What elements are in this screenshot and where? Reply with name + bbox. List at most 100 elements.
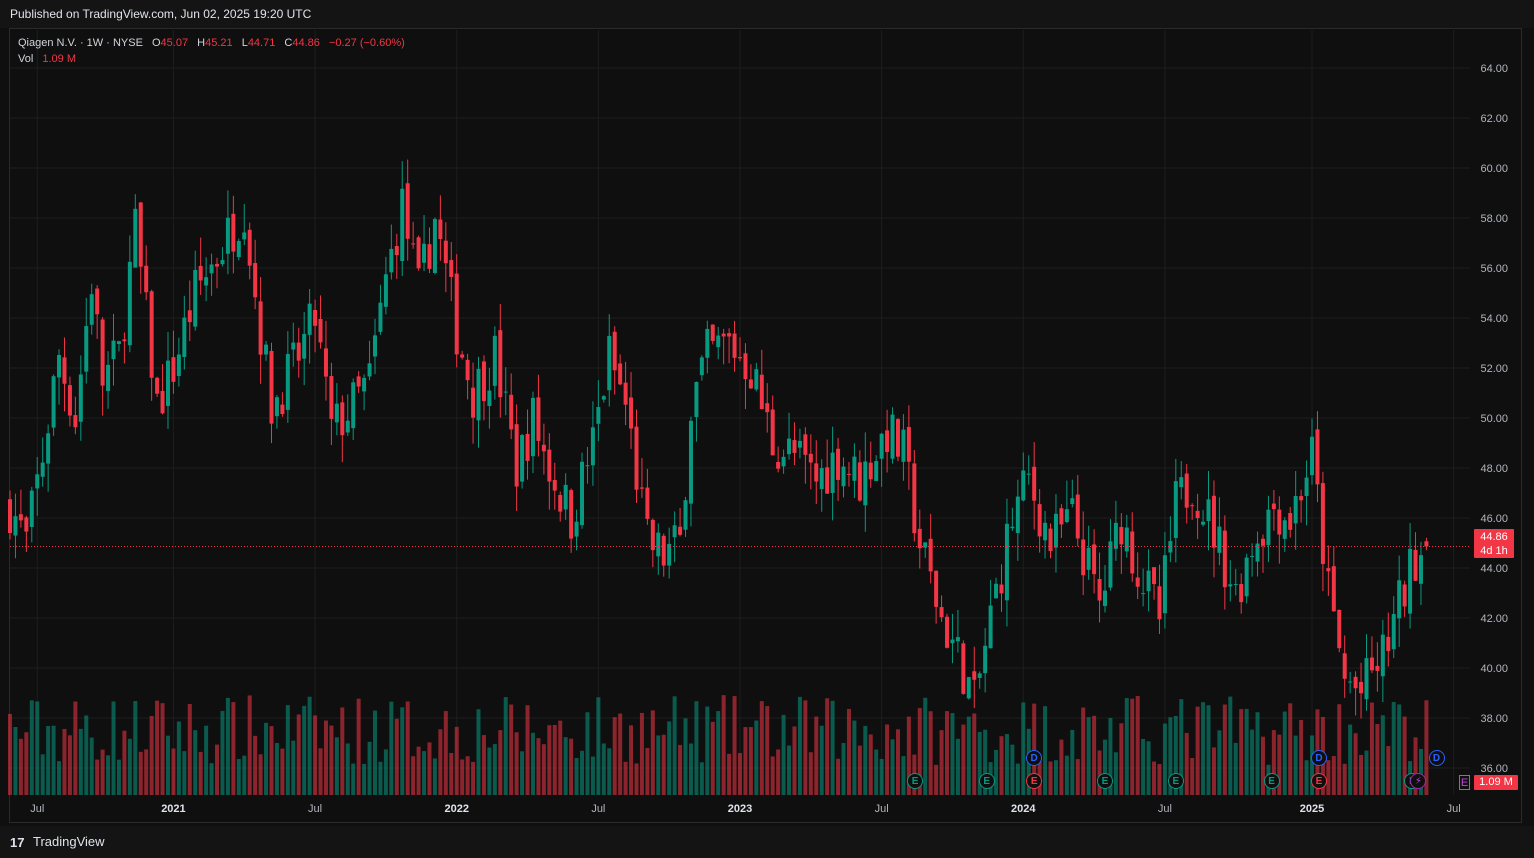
volume-bar: [389, 701, 394, 795]
candle-body: [661, 535, 666, 566]
time-tick-label: Jul: [875, 803, 889, 815]
volume-bar: [1141, 738, 1146, 795]
candle-body: [1201, 521, 1206, 525]
symbol-title[interactable]: Qiagen N.V. · 1W · NYSE: [18, 37, 143, 49]
candle-body: [612, 331, 617, 371]
price-chart[interactable]: 36.00 38.00 40.00 42.00 44.00 46.00 48.00 50.00…: [0, 0, 1534, 858]
earnings-marker-icon[interactable]: E: [1167, 773, 1184, 789]
volume-bar: [836, 758, 841, 795]
volume-bar: [405, 701, 410, 795]
time-tick-label: 2024: [1011, 803, 1036, 815]
candle-body: [291, 342, 296, 350]
candle-body: [748, 379, 753, 389]
candle-body: [787, 438, 792, 455]
volume-bar: [607, 748, 612, 795]
candle-body: [972, 671, 977, 680]
volume-bar: [247, 695, 252, 795]
volume-bar: [574, 758, 579, 795]
volume-bar: [1119, 723, 1124, 795]
volume-bar: [1326, 760, 1331, 795]
volume-bar: [1146, 741, 1151, 795]
tradingview-brand[interactable]: TradingView: [33, 834, 105, 849]
volume-bar: [1228, 696, 1233, 795]
volume-bar: [351, 763, 356, 795]
candle-body: [1369, 657, 1374, 671]
candle-body: [1113, 522, 1118, 549]
candle-body: [438, 219, 443, 240]
volume-bar: [503, 697, 508, 795]
candle-body: [977, 673, 982, 678]
volume-bar: [111, 701, 116, 795]
tradingview-logo-icon[interactable]: 17: [10, 835, 24, 850]
candle-body: [1222, 530, 1227, 588]
volume-bar: [699, 762, 704, 795]
candle-body: [1146, 570, 1151, 592]
candle-body: [1070, 498, 1075, 505]
candle-body: [645, 487, 650, 519]
earnings-marker-icon[interactable]: E: [1097, 773, 1113, 789]
volume-bar: [498, 730, 503, 795]
volume-bar: [465, 756, 470, 795]
volume-bar: [373, 710, 377, 795]
volume-bar: [934, 764, 939, 795]
volume-bar: [1064, 755, 1069, 795]
volume-bar: [481, 735, 486, 795]
time-tick-label: Jul: [308, 803, 322, 815]
candle-body: [57, 355, 62, 378]
candle-body: [639, 487, 644, 489]
candle-body: [1119, 526, 1124, 545]
volume-bar: [1075, 759, 1080, 795]
volume-bar: [1015, 763, 1020, 795]
volume-bar: [1293, 735, 1298, 795]
candle-body: [258, 301, 263, 355]
candle-body: [1304, 477, 1309, 496]
volume-bar: [596, 697, 601, 795]
candle-body: [503, 391, 508, 393]
earnings-marker-icon[interactable]: E: [907, 773, 924, 789]
candle-body: [422, 243, 427, 263]
volume-bar: [1217, 730, 1222, 795]
volume-bar: [1304, 760, 1309, 795]
candle-body: [198, 265, 203, 281]
candle-body: [411, 243, 416, 245]
earnings-marker-icon[interactable]: E: [1311, 773, 1328, 789]
earnings-marker-icon[interactable]: E: [1263, 773, 1280, 789]
last-price-value: 44.86: [1480, 531, 1508, 543]
earnings-upcoming-icon[interactable]: E: [1459, 775, 1470, 790]
candle-body: [24, 517, 29, 532]
candle-body: [699, 357, 704, 376]
candle-body: [46, 433, 51, 464]
candle-body: [187, 310, 192, 323]
candle-body: [939, 607, 944, 618]
candle-body: [863, 461, 868, 506]
candle-body: [378, 302, 383, 332]
candle-body: [743, 353, 748, 380]
earnings-marker-icon[interactable]: E: [978, 773, 995, 789]
candle-body: [650, 519, 655, 551]
volume-bar: [590, 756, 595, 795]
dividend-marker-icon[interactable]: D: [1428, 750, 1445, 766]
low-value: 44.71: [247, 37, 276, 49]
volume-bar: [1092, 715, 1097, 795]
candle-body: [754, 369, 759, 390]
volume-bar: [716, 711, 721, 795]
candle-body: [35, 474, 40, 489]
volume-bars: [8, 695, 1429, 795]
volume-bar: [400, 707, 405, 795]
candle-body: [1195, 510, 1200, 519]
candle-body: [84, 326, 89, 372]
dividend-marker-icon[interactable]: D: [1311, 750, 1328, 766]
candle-body: [264, 344, 269, 355]
candle-body: [73, 415, 78, 428]
volume-bar: [770, 756, 775, 795]
candle-body: [1097, 579, 1102, 601]
volume-bar: [961, 724, 966, 795]
candle-body: [95, 288, 100, 315]
candle-body: [688, 420, 693, 504]
volume-bar: [411, 756, 416, 795]
volume-bar: [776, 749, 781, 795]
volume-bar: [705, 706, 710, 795]
candle-body: [313, 309, 318, 326]
volume-bar: [1397, 704, 1402, 795]
candle-body: [1386, 636, 1391, 652]
